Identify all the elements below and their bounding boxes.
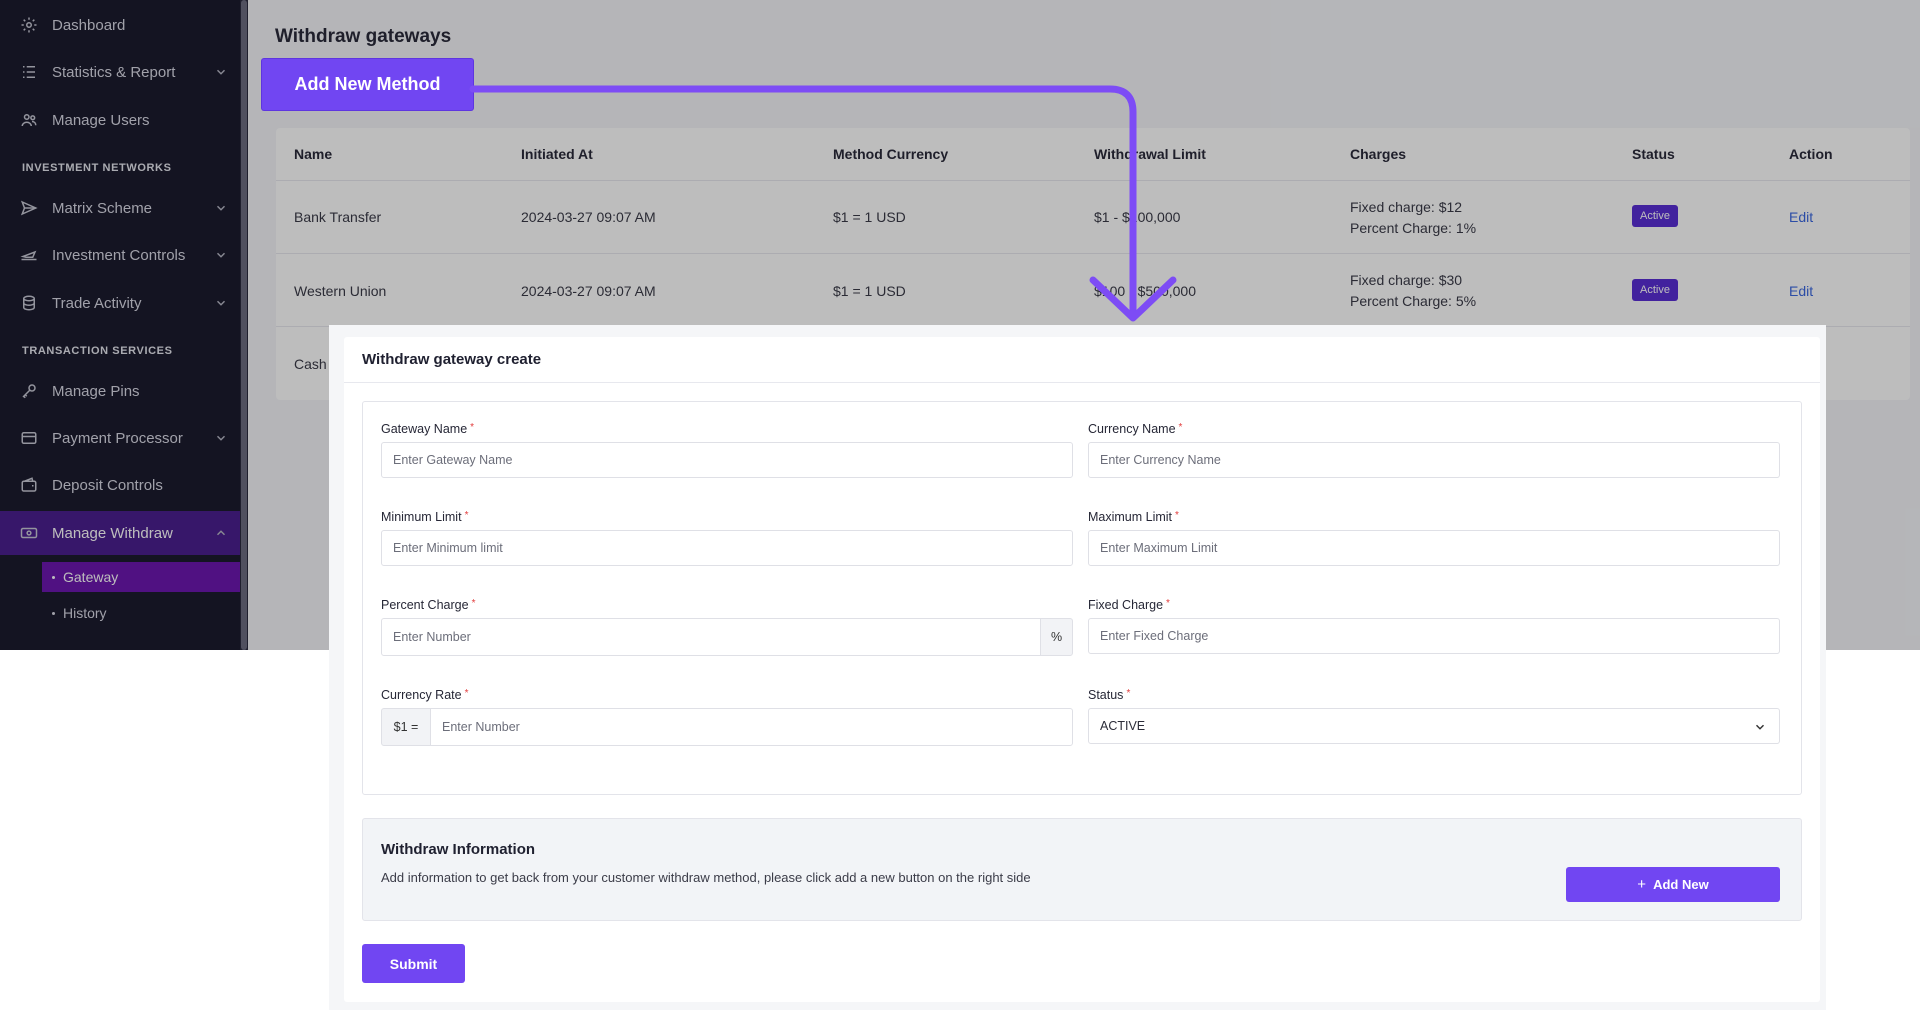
withdraw-information-text: Add information to get back from your cu… [381,870,1031,885]
percent-charge-label: Percent Charge * [381,598,476,612]
fixed-charge-input[interactable]: Enter Fixed Charge [1088,618,1780,654]
minimum-limit-label: Minimum Limit * [381,510,469,524]
withdraw-gateway-create-form: Withdraw gateway create Gateway Name * En… [344,337,1820,1002]
status-select[interactable]: ACTIVE [1088,708,1780,744]
modal-header: Withdraw gateway create [344,337,1820,383]
currency-name-label: Currency Name * [1088,422,1183,436]
percent-addon: % [1040,618,1073,656]
status-label: Status * [1088,688,1131,702]
percent-charge-input[interactable]: Enter Number [381,618,1041,656]
gateway-name-label: Gateway Name * [381,422,475,436]
currency-name-input[interactable]: Enter Currency Name [1088,442,1780,478]
add-new-label: Add New [1653,877,1709,892]
withdraw-information-title: Withdraw Information [381,841,536,858]
minimum-limit-input[interactable]: Enter Minimum limit [381,530,1073,566]
withdraw-information-panel: Withdraw Information Add information to … [362,818,1802,921]
add-new-method-button[interactable]: Add New Method [262,59,473,110]
gateway-form-fields: Gateway Name * Enter Gateway Name Currenc… [362,401,1802,795]
status-select-value: ACTIVE [1100,719,1146,733]
tutorial-canvas: Dashboard Statistics & Report Manage Use… [0,0,1920,1010]
maximum-limit-label: Maximum Limit * [1088,510,1179,524]
currency-rate-addon: $1 = [381,708,431,746]
plus-icon: + [1637,876,1647,893]
modal-title: Withdraw gateway create [362,351,542,368]
submit-button[interactable]: Submit [362,944,465,983]
currency-rate-label: Currency Rate * [381,688,469,702]
maximum-limit-input[interactable]: Enter Maximum Limit [1088,530,1780,566]
chevron-down-icon [1753,720,1767,734]
add-new-button[interactable]: + Add New [1566,867,1780,902]
fixed-charge-label: Fixed Charge * [1088,598,1170,612]
gateway-name-input[interactable]: Enter Gateway Name [381,442,1073,478]
currency-rate-input[interactable]: Enter Number [430,708,1073,746]
